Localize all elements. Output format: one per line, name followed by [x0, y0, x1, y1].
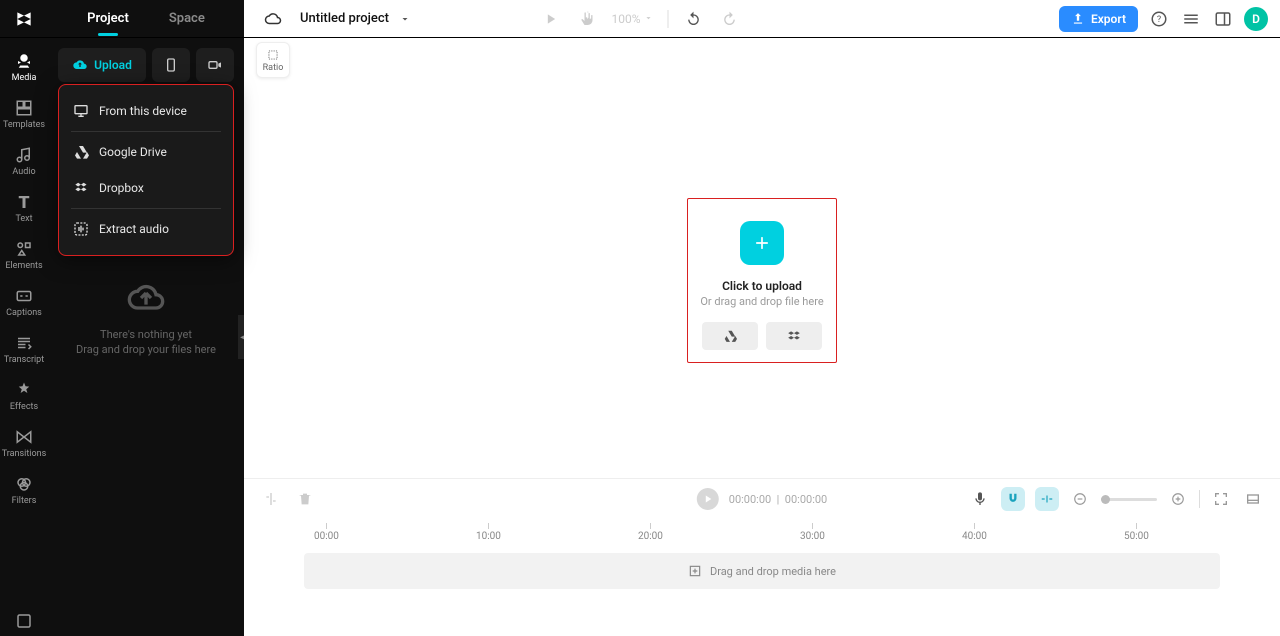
upload-icon: [72, 57, 88, 73]
export-icon: [1071, 12, 1085, 26]
dd-google-drive[interactable]: Google Drive: [59, 134, 233, 170]
canvas-area: Ratio Click to upload Or drag and drop f…: [244, 38, 1280, 636]
rail-transitions[interactable]: Transitions: [2, 422, 46, 465]
click-to-upload-button[interactable]: [740, 221, 784, 265]
magnet-button[interactable]: [1001, 487, 1025, 511]
empty-media-hint: There's nothing yet Drag and drop your f…: [48, 278, 244, 356]
split-button[interactable]: [260, 488, 282, 510]
cloud-icon: [264, 10, 282, 28]
top-white-area: Untitled project 100% Export ? D: [244, 0, 1280, 37]
track-area: Drag and drop media here: [244, 543, 1280, 636]
upload-subtitle: Or drag and drop file here: [700, 295, 823, 308]
top-right-controls: Export ? D: [1059, 6, 1280, 32]
cloud-upload-icon: [126, 278, 166, 318]
google-drive-icon: [723, 329, 737, 343]
chevron-down-icon[interactable]: [399, 13, 411, 25]
dropbox-icon: [787, 329, 801, 343]
add-media-icon: [688, 564, 702, 578]
media-panel: Upload From this device Google Drive Dro…: [48, 38, 244, 636]
ruler-tick: 30:00: [800, 523, 825, 542]
timeline-controls: 00:00:00 | 00:00:00: [244, 479, 1280, 519]
upload-button[interactable]: Upload: [58, 48, 146, 82]
delete-button[interactable]: [294, 488, 316, 510]
timeline-play-button[interactable]: [697, 488, 719, 510]
panel-toggle-button[interactable]: [1212, 8, 1234, 30]
dropbox-icon: [73, 180, 89, 196]
toggle-panel-button[interactable]: [1242, 488, 1264, 510]
upload-card: Click to upload Or drag and drop file he…: [687, 198, 837, 363]
rail-text[interactable]: Text: [2, 187, 46, 230]
project-title: Untitled project: [300, 11, 389, 26]
main-area: Media Templates Audio Text Elements Capt…: [0, 38, 1280, 636]
timeline-ruler[interactable]: 00:00 10:00 20:00 30:00 40:00 50:00: [244, 519, 1280, 543]
zoom-slider[interactable]: [1101, 498, 1157, 501]
upload-dropdown: From this device Google Drive Dropbox Ex…: [58, 84, 234, 256]
hand-icon[interactable]: [575, 8, 597, 30]
record-button[interactable]: [196, 48, 234, 82]
monitor-icon: [73, 103, 89, 119]
export-button[interactable]: Export: [1059, 6, 1138, 32]
ratio-icon: [266, 48, 280, 62]
stage: Click to upload Or drag and drop file he…: [244, 82, 1280, 478]
zoom-value[interactable]: 100%: [611, 12, 653, 26]
dd-from-device[interactable]: From this device: [59, 93, 233, 129]
fit-button[interactable]: [1210, 488, 1232, 510]
undo-button[interactable]: [683, 8, 705, 30]
canvas-toolbar: Ratio: [244, 38, 1280, 82]
ruler-tick: 00:00: [314, 523, 339, 542]
layers-button[interactable]: [1180, 8, 1202, 30]
tab-space[interactable]: Space: [169, 11, 205, 26]
preview-cut-button[interactable]: [1035, 487, 1059, 511]
redo-button[interactable]: [719, 8, 741, 30]
dd-extract-audio[interactable]: Extract audio: [59, 211, 233, 247]
play-preview-button[interactable]: [539, 8, 561, 30]
user-avatar[interactable]: D: [1244, 7, 1268, 31]
top-bar: Project Space Untitled project 100% Expo…: [0, 0, 1280, 38]
top-nav: Project Space: [48, 0, 244, 37]
device-button[interactable]: [152, 48, 190, 82]
timecode: 00:00:00 | 00:00:00: [729, 493, 827, 506]
rail-templates[interactable]: Templates: [2, 93, 46, 136]
dropbox-mini-button[interactable]: [766, 322, 822, 350]
svg-text:?: ?: [1157, 15, 1161, 25]
rail-transcript[interactable]: Transcript: [2, 328, 46, 371]
project-title-area[interactable]: Untitled project: [244, 0, 411, 37]
rail-settings[interactable]: [2, 606, 46, 636]
rail-media[interactable]: Media: [2, 46, 46, 89]
mic-button[interactable]: [969, 488, 991, 510]
zoom-out-button[interactable]: [1069, 488, 1091, 510]
drive-mini-button[interactable]: [702, 322, 758, 350]
app-logo[interactable]: [0, 9, 48, 29]
rail-elements[interactable]: Elements: [2, 234, 46, 277]
ruler-tick: 20:00: [638, 523, 663, 542]
preview-controls: 100%: [539, 8, 740, 30]
rail-audio[interactable]: Audio: [2, 140, 46, 183]
media-drop-track[interactable]: Drag and drop media here: [304, 553, 1220, 589]
upload-title: Click to upload: [722, 279, 802, 293]
rail-filters[interactable]: Filters: [2, 469, 46, 512]
ruler-tick: 10:00: [476, 523, 501, 542]
timeline: 00:00:00 | 00:00:00 00:00 10:00 2: [244, 478, 1280, 636]
plus-icon: [752, 233, 772, 253]
help-button[interactable]: ?: [1148, 8, 1170, 30]
ruler-tick: 40:00: [962, 523, 987, 542]
left-rail: Media Templates Audio Text Elements Capt…: [0, 38, 48, 636]
rail-effects[interactable]: Effects: [2, 375, 46, 418]
zoom-in-button[interactable]: [1167, 488, 1189, 510]
google-drive-icon: [73, 144, 89, 160]
rail-captions[interactable]: Captions: [2, 281, 46, 324]
ratio-button[interactable]: Ratio: [256, 42, 290, 78]
extract-audio-icon: [73, 221, 89, 237]
dd-dropbox[interactable]: Dropbox: [59, 170, 233, 206]
tab-project[interactable]: Project: [87, 11, 129, 26]
ruler-tick: 50:00: [1124, 523, 1149, 542]
